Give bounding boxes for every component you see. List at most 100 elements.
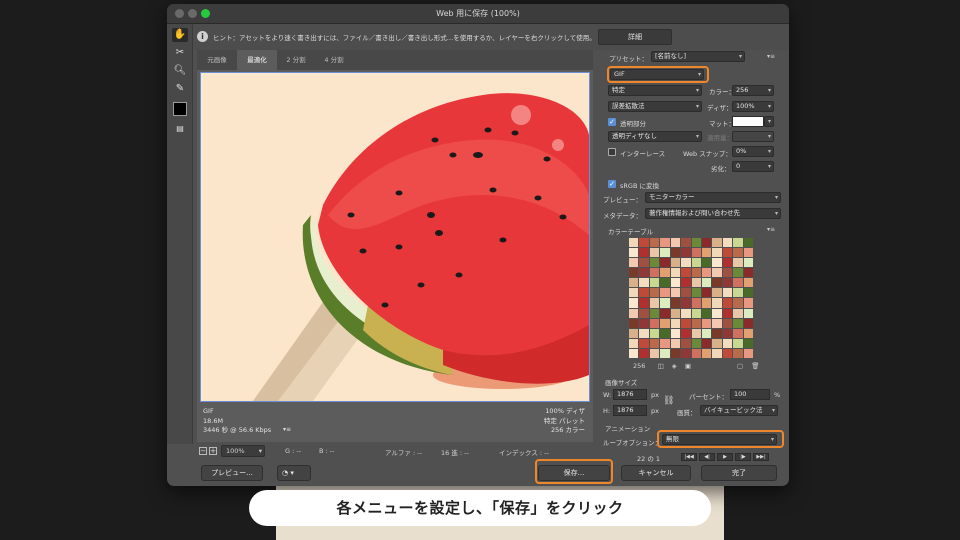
- download-speed-menu-icon[interactable]: ▾≡: [283, 426, 291, 433]
- color-table-menu-icon[interactable]: ▾≡: [767, 226, 775, 233]
- color-swatch[interactable]: [670, 348, 681, 358]
- color-swatch[interactable]: [649, 338, 660, 348]
- color-swatch[interactable]: [670, 278, 681, 288]
- color-swatch[interactable]: [681, 278, 691, 288]
- color-swatch[interactable]: [712, 238, 722, 248]
- color-swatch[interactable]: [649, 288, 660, 298]
- color-swatch[interactable]: [722, 338, 733, 348]
- tab-2-up[interactable]: 2 分割: [277, 50, 315, 70]
- color-swatch[interactable]: [639, 258, 649, 268]
- color-swatch[interactable]: [743, 328, 753, 338]
- tab-optimized[interactable]: 最適化: [237, 50, 277, 70]
- zoom-out-button[interactable]: −: [199, 447, 207, 455]
- color-swatch[interactable]: [649, 298, 660, 308]
- color-swatch[interactable]: [629, 298, 639, 308]
- preview-in-browser-button[interactable]: プレビュー...: [201, 465, 263, 481]
- color-swatch[interactable]: [670, 238, 681, 248]
- dither-amount-select[interactable]: 100% ▾: [732, 101, 774, 112]
- color-swatch[interactable]: [701, 268, 712, 278]
- color-swatch[interactable]: [712, 308, 722, 318]
- color-swatch[interactable]: [681, 258, 691, 268]
- color-reduction-select[interactable]: 特定 ▾: [608, 85, 702, 96]
- color-swatch[interactable]: [660, 288, 670, 298]
- cancel-button[interactable]: キャンセル: [621, 465, 691, 481]
- hand-tool-icon[interactable]: ✋: [172, 28, 188, 42]
- next-frame-button[interactable]: |▶: [735, 453, 751, 461]
- color-swatch[interactable]: [639, 288, 649, 298]
- color-swatch[interactable]: [722, 248, 733, 258]
- color-swatch[interactable]: [639, 348, 649, 358]
- preview-profile-select[interactable]: モニターカラー ▾: [645, 192, 781, 203]
- color-swatch[interactable]: [691, 308, 701, 318]
- color-swatch[interactable]: [712, 258, 722, 268]
- color-swatch[interactable]: [722, 288, 733, 298]
- optimized-image-preview[interactable]: [200, 72, 590, 402]
- color-swatch[interactable]: [660, 308, 670, 318]
- color-swatch[interactable]: [712, 328, 722, 338]
- color-swatch[interactable]: [639, 248, 649, 258]
- color-swatch[interactable]: [743, 298, 753, 308]
- color-swatch[interactable]: [701, 318, 712, 328]
- color-swatch[interactable]: [629, 318, 639, 328]
- browser-select[interactable]: ◔ ▾: [277, 465, 311, 481]
- transparency-dither-select[interactable]: 透明ディザなし ▾: [608, 131, 702, 142]
- color-swatch[interactable]: [681, 298, 691, 308]
- color-swatch[interactable]: [629, 338, 639, 348]
- color-swatch[interactable]: [701, 348, 712, 358]
- color-swatch[interactable]: [660, 298, 670, 308]
- color-swatch[interactable]: [681, 348, 691, 358]
- color-swatch[interactable]: [691, 298, 701, 308]
- color-swatch[interactable]: [649, 268, 660, 278]
- color-swatch[interactable]: [681, 318, 691, 328]
- color-swatch[interactable]: [722, 238, 733, 248]
- lock-color-icon[interactable]: ▣: [685, 362, 691, 370]
- transparency-checkbox[interactable]: ✓: [608, 118, 616, 126]
- optimize-menu-icon[interactable]: ▾≡: [767, 53, 775, 60]
- color-swatch[interactable]: [629, 288, 639, 298]
- zoom-level-select[interactable]: 100% ▾: [221, 445, 265, 457]
- color-swatch[interactable]: [691, 278, 701, 288]
- constrain-proportions-icon[interactable]: ⛓: [663, 396, 674, 406]
- color-swatch[interactable]: [691, 338, 701, 348]
- color-swatch[interactable]: [660, 258, 670, 268]
- color-swatch[interactable]: [733, 338, 743, 348]
- srgb-checkbox[interactable]: ✓: [608, 180, 616, 188]
- color-swatch[interactable]: [722, 298, 733, 308]
- color-swatch[interactable]: [701, 238, 712, 248]
- color-swatch[interactable]: [639, 268, 649, 278]
- color-swatch[interactable]: [722, 278, 733, 288]
- color-swatch[interactable]: [743, 308, 753, 318]
- color-swatch[interactable]: [743, 288, 753, 298]
- color-swatch[interactable]: [701, 298, 712, 308]
- color-swatch[interactable]: [670, 268, 681, 278]
- color-swatch[interactable]: [629, 278, 639, 288]
- color-swatch[interactable]: [743, 238, 753, 248]
- color-swatch[interactable]: [670, 248, 681, 258]
- eyedropper-color-swatch[interactable]: [173, 102, 187, 116]
- delete-color-icon[interactable]: 🗑︎: [751, 362, 759, 370]
- color-swatch[interactable]: [722, 348, 733, 358]
- play-button[interactable]: ▶: [717, 453, 733, 461]
- tab-original[interactable]: 元画像: [197, 50, 237, 70]
- color-swatch[interactable]: [743, 248, 753, 258]
- color-swatch[interactable]: [701, 338, 712, 348]
- color-swatch[interactable]: [691, 288, 701, 298]
- percent-field[interactable]: 100: [730, 389, 770, 400]
- color-swatch[interactable]: [660, 348, 670, 358]
- color-swatch[interactable]: [712, 278, 722, 288]
- zoom-tool-icon[interactable]: 🔍︎: [172, 64, 188, 78]
- color-swatch[interactable]: [743, 268, 753, 278]
- color-swatch[interactable]: [712, 318, 722, 328]
- new-color-icon[interactable]: ▢: [737, 362, 743, 370]
- color-swatch[interactable]: [639, 318, 649, 328]
- tab-4-up[interactable]: 4 分割: [315, 50, 353, 70]
- color-swatch[interactable]: [733, 348, 743, 358]
- web-shift-icon[interactable]: ◈: [672, 362, 677, 370]
- color-swatch[interactable]: [670, 318, 681, 328]
- color-swatch[interactable]: [722, 318, 733, 328]
- color-swatch[interactable]: [722, 258, 733, 268]
- toggle-slices-icon[interactable]: ▤: [172, 122, 188, 136]
- color-swatch[interactable]: [733, 328, 743, 338]
- color-swatch[interactable]: [639, 338, 649, 348]
- color-swatch[interactable]: [660, 248, 670, 258]
